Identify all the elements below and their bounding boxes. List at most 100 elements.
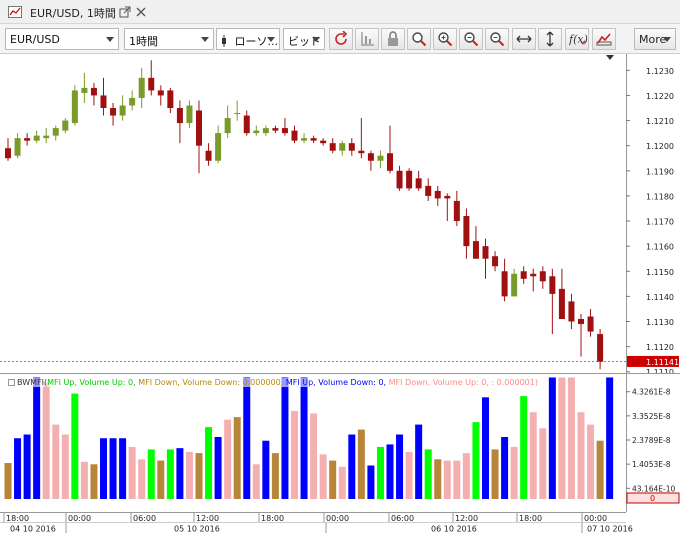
- indicator-bar: [338, 466, 346, 499]
- refresh-button[interactable]: [329, 28, 353, 50]
- candle-body: [71, 90, 78, 124]
- candle-body: [272, 128, 279, 131]
- candle-body: [425, 185, 432, 196]
- indicator-bar: [520, 396, 528, 499]
- indicator-current-label: 0: [650, 494, 655, 503]
- indicator-bar: [415, 424, 423, 499]
- candle-body: [463, 216, 470, 247]
- indicator-bar: [453, 460, 461, 499]
- price-chart[interactable]: 1.1230 1.1220 1.1210 1.1200 1.1190 1.1180 1.11…: [0, 54, 680, 373]
- indicator-bar: [271, 453, 279, 499]
- candle-body: [186, 105, 193, 124]
- lock-icon: [388, 31, 398, 46]
- indicator-bar: [367, 465, 375, 499]
- current-price-label: 1.11141: [646, 358, 679, 367]
- function-icon: f(x): [569, 33, 587, 46]
- indicator-tick-label: 4.3261E-8: [632, 388, 671, 397]
- candle-body: [453, 200, 460, 222]
- candle-body: [62, 120, 69, 131]
- indicator-bar: [42, 382, 50, 499]
- zoom-in-button[interactable]: [433, 28, 457, 50]
- svg-text:f(x): f(x): [569, 33, 587, 46]
- more-button[interactable]: More: [634, 28, 676, 50]
- time-tick-label: 00:00: [326, 514, 349, 523]
- indicator-bar: [224, 419, 232, 499]
- indicator-bar: [157, 460, 165, 499]
- chart-type-dropdown[interactable]: ローソ...: [216, 28, 280, 50]
- candle-body: [444, 195, 451, 199]
- candle-body: [205, 150, 212, 161]
- candle-body: [224, 118, 231, 134]
- indicator-bar: [166, 449, 174, 499]
- candle-body: [558, 288, 565, 319]
- price-tick-label: 1.1130: [646, 318, 674, 327]
- chevron-down-icon: [663, 37, 671, 42]
- candle-body: [310, 138, 317, 141]
- indicator-tick-label: 43.164E-10: [632, 484, 675, 493]
- zoom-in-icon: [438, 32, 453, 47]
- indicator-bar: [577, 412, 585, 499]
- timeframe-dropdown[interactable]: 1時間: [124, 28, 214, 50]
- candle-body: [129, 97, 136, 106]
- date-label: 04 10 2016: [10, 525, 56, 533]
- indicator-bar: [176, 448, 184, 499]
- time-tick-label: 12:00: [455, 514, 478, 523]
- symbol-dropdown[interactable]: EUR/USD: [5, 28, 119, 50]
- zoom-out-button[interactable]: [459, 28, 483, 50]
- indicator-settings-icon[interactable]: [8, 379, 15, 386]
- drawing-tools-button[interactable]: [592, 28, 616, 50]
- indicator-bar: [291, 410, 298, 499]
- indicator-bar: [567, 377, 575, 499]
- indicator-bar: [205, 427, 213, 499]
- legend-green: MFI Up, Volume Up: 0,: [47, 378, 136, 387]
- popout-icon[interactable]: [117, 4, 133, 20]
- scroll-vertical-button[interactable]: [538, 28, 562, 50]
- indicator-bar: [14, 438, 22, 499]
- indicators-button[interactable]: f(x): [565, 28, 589, 50]
- indicator-bar: [33, 377, 41, 499]
- time-tick-label: 00:00: [68, 514, 91, 523]
- indicator-bar: [52, 424, 60, 499]
- zoom-area-button[interactable]: [407, 28, 431, 50]
- time-tick-label: 18:00: [519, 514, 542, 523]
- indicator-bar: [501, 437, 509, 499]
- candle-body: [157, 90, 164, 96]
- chevron-down-icon: [201, 37, 209, 42]
- price-type-dropdown[interactable]: ビッド: [283, 28, 325, 50]
- candle-body: [406, 170, 413, 189]
- date-label: 06 10 2016: [431, 525, 477, 533]
- indicator-tick-label: 3.3525E-8: [632, 412, 671, 421]
- lock-button[interactable]: [381, 28, 405, 50]
- bwmfi-indicator-chart[interactable]: 4.3261E-8 3.3525E-8 2.3789E-8 1.4053E-8 43.1…: [0, 373, 680, 512]
- indicator-bar: [109, 438, 117, 499]
- indicator-bar: [61, 434, 69, 499]
- time-tick-label: 18:00: [261, 514, 284, 523]
- scroll-horizontal-button[interactable]: [512, 28, 536, 50]
- candle-body: [281, 128, 288, 134]
- close-icon[interactable]: [133, 4, 149, 20]
- price-tick-label: 1.1180: [646, 192, 674, 201]
- chevron-down-icon: [267, 37, 275, 42]
- indicator-bar: [23, 434, 31, 499]
- candle-body: [472, 241, 479, 259]
- zoom-reset-button[interactable]: [485, 28, 509, 50]
- candle-body: [578, 318, 584, 325]
- candle-body: [100, 95, 107, 109]
- time-tick-label: 00:00: [584, 514, 607, 523]
- candle-body: [234, 113, 241, 115]
- indicator-bar: [482, 397, 489, 499]
- bar-spacing-button[interactable]: [355, 28, 379, 50]
- indicator-bar: [214, 437, 222, 499]
- candle-body: [329, 143, 336, 151]
- indicator-bar: [462, 453, 470, 499]
- candle-body: [52, 128, 59, 136]
- candle-body: [492, 256, 499, 267]
- price-tick-label: 1.1160: [646, 243, 674, 252]
- price-tick-label: 1.1210: [646, 117, 674, 126]
- axis-bars-icon: [361, 32, 374, 46]
- candle-body: [243, 115, 250, 134]
- zoom-out-icon: [464, 32, 479, 47]
- arrows-vertical-icon: [546, 31, 554, 47]
- time-axis[interactable]: 18:00 00:00 06:00 12:00 18:00 00:00 06:00 12:00…: [0, 512, 680, 533]
- candle-body: [511, 273, 518, 297]
